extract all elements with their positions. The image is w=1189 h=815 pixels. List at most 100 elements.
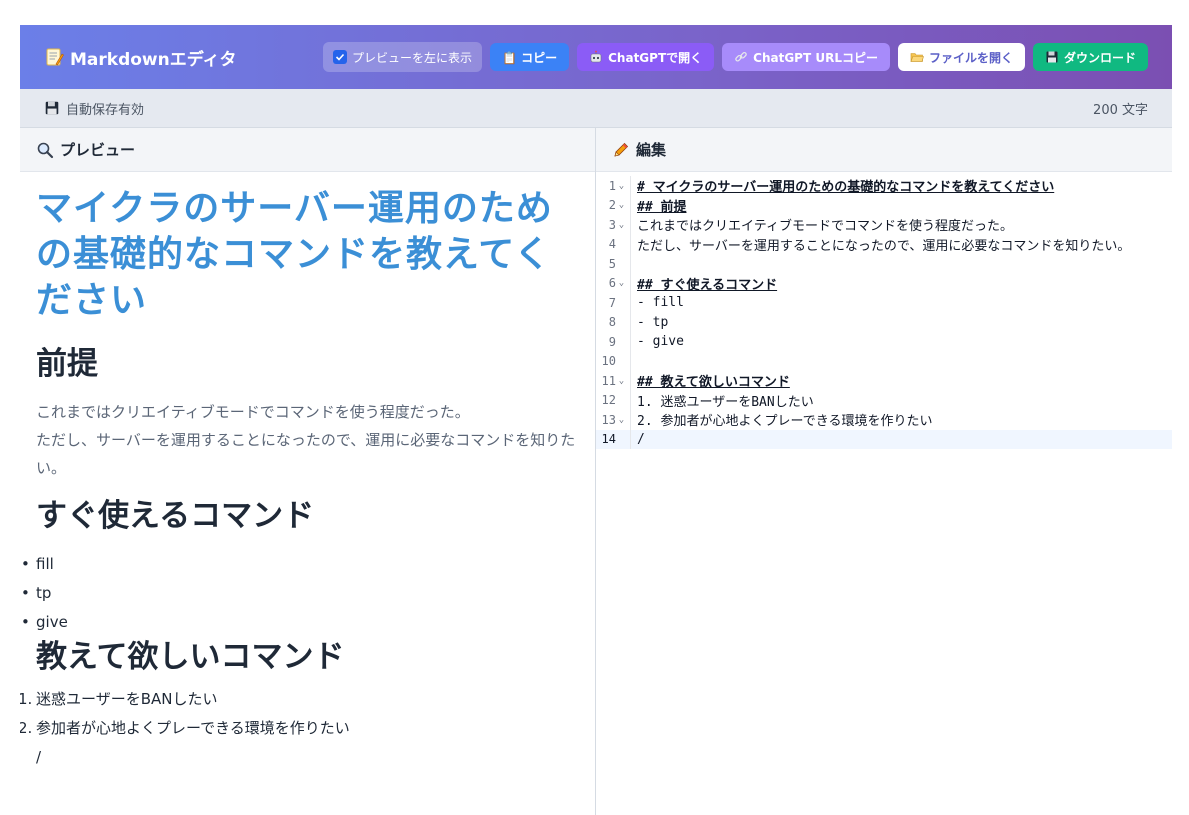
line-number: 2 — [608, 198, 616, 213]
editor-line[interactable]: 3 ⌄ これまではクリエイティブモードでコマンドを使う程度だった。 — [596, 215, 1172, 235]
list-item-text: 参加者が心地よくプレーできる環境を作りたい — [36, 719, 350, 737]
preview-left-toggle[interactable]: プレビューを左に表示 — [322, 42, 482, 72]
fold-chevron-icon[interactable]: ⌄ — [617, 278, 626, 288]
line-number-gutter: 6 ⌄ — [596, 276, 630, 290]
toolbar: プレビューを左に表示 📋 コピー ChatGPTで開く ChatGPT URLコ… — [322, 42, 1148, 72]
preview-section-title: 教えて欲しいコマンド — [36, 639, 345, 675]
editor-line[interactable]: 7 - fill — [596, 293, 1172, 313]
line-number: 12 — [601, 393, 616, 408]
download-label: ダウンロード — [1063, 50, 1136, 65]
editor-line[interactable]: 14 / — [596, 429, 1172, 449]
line-number-gutter: 14 — [596, 432, 630, 446]
editor-line[interactable]: 12 1. 迷惑ユーザーをBANしたい — [596, 390, 1172, 410]
fold-chevron-icon[interactable]: ⌄ — [617, 415, 626, 425]
editor-header: 編集 — [596, 128, 1172, 172]
preview-paragraph-line: ただし、サーバーを運用することになったので、運用に必要なコマンドを知りたい。 — [36, 431, 576, 477]
list-item: 2. 参加者が心地よくプレーできる環境を作りたい — [20, 714, 579, 743]
line-number: 9 — [608, 334, 616, 349]
open-chatgpt-button[interactable]: ChatGPTで開く — [577, 43, 715, 71]
editor-line[interactable]: 6 ⌄ ## すぐ使えるコマンド — [596, 273, 1172, 293]
app-title-text: Markdownエディタ — [70, 49, 237, 70]
list-item: 1. 迷惑ユーザーをBANしたい — [20, 685, 579, 714]
list-item: give — [21, 608, 579, 637]
preview-content: マイクラのサーバー運用のための基礎的なコマンドを教えてください 前提 これまでは… — [20, 172, 595, 772]
line-number-gutter: 2 ⌄ — [596, 198, 630, 212]
editor-header-label: 編集 — [636, 141, 667, 159]
editor-line-text: ただし、サーバーを運用することになったので、運用に必要なコマンドを知りたい。 — [637, 238, 1131, 254]
line-number: 10 — [601, 354, 616, 369]
editor-line-text: 2. 参加者が心地よくプレーできる環境を作りたい — [637, 414, 933, 430]
app-header: Markdownエディタ プレビューを左に表示 📋 コピー ChatGPTで開く — [20, 25, 1172, 89]
preview-header-label: プレビュー — [60, 141, 136, 159]
gutter-divider — [630, 390, 631, 410]
download-button[interactable]: ダウンロード — [1032, 43, 1148, 71]
fold-chevron-icon[interactable]: ⌄ — [617, 376, 626, 386]
gutter-divider — [630, 293, 631, 313]
list-item: tp — [21, 579, 579, 608]
editor-line[interactable]: 1 ⌄ # マイクラのサーバー運用のための基礎的なコマンドを教えてください — [596, 176, 1172, 196]
open-file-button[interactable]: ファイルを開く — [897, 43, 1025, 71]
line-number-gutter: 3 ⌄ — [596, 218, 630, 232]
pencil-icon — [614, 142, 629, 157]
line-number-gutter: 8 — [596, 315, 630, 329]
checkbox-checked-icon[interactable] — [332, 50, 347, 64]
editor-line[interactable]: 2 ⌄ ## 前提 — [596, 195, 1172, 215]
open-file-label: ファイルを開く — [928, 50, 1013, 65]
gutter-divider — [630, 273, 631, 293]
gutter-divider — [630, 351, 631, 371]
list-item-text: 迷惑ユーザーをBANしたい — [36, 690, 218, 708]
line-number: 8 — [608, 315, 616, 330]
markdown-editor-app: Markdownエディタ プレビューを左に表示 📋 コピー ChatGPTで開く — [20, 25, 1172, 815]
editor-line[interactable]: 11 ⌄ ## 教えて欲しいコマンド — [596, 371, 1172, 391]
editor-line-text: ## 教えて欲しいコマンド — [637, 375, 790, 391]
list-item: fill — [21, 550, 579, 579]
editor-line[interactable]: 4 ただし、サーバーを運用することになったので、運用に必要なコマンドを知りたい。 — [596, 234, 1172, 254]
line-number-gutter: 10 — [596, 354, 630, 368]
fold-chevron-icon[interactable]: ⌄ — [617, 220, 626, 230]
line-number: 3 — [608, 217, 616, 232]
preview-section-title: 前提 — [36, 346, 98, 382]
copy-chatgpt-url-label: ChatGPT URLコピー — [753, 50, 878, 65]
preview-header: プレビュー — [20, 128, 595, 172]
status-bar: 自動保存有効 200 文字 — [20, 89, 1172, 128]
fold-chevron-icon[interactable]: ⌄ — [617, 200, 626, 210]
gutter-divider — [630, 371, 631, 391]
preview-bullet-list: fill tp give — [21, 550, 579, 637]
floppy-disk-icon — [45, 101, 59, 115]
robot-icon — [590, 50, 602, 63]
copy-chatgpt-url-button[interactable]: ChatGPT URLコピー — [722, 43, 890, 71]
editor-line[interactable]: 9 - give — [596, 332, 1172, 352]
line-number-gutter: 7 — [596, 296, 630, 310]
line-number: 13 — [601, 412, 616, 427]
line-number-gutter: 4 — [596, 237, 630, 251]
copy-button[interactable]: 📋 コピー — [490, 43, 570, 71]
editor-line-text: 1. 迷惑ユーザーをBANしたい — [637, 394, 814, 410]
editor-line-text: # マイクラのサーバー運用のための基礎的なコマンドを教えてください — [637, 180, 1055, 196]
autosave-status: 自動保存有効 — [44, 99, 144, 118]
gutter-divider — [630, 234, 631, 254]
editor-line-text: - fill — [637, 295, 684, 311]
editor-line[interactable]: 13 ⌄ 2. 参加者が心地よくプレーできる環境を作りたい — [596, 410, 1172, 430]
code-editor[interactable]: 1 ⌄ # マイクラのサーバー運用のための基礎的なコマンドを教えてください 2 ⌄ ## … — [596, 172, 1172, 449]
line-number-gutter: 12 — [596, 393, 630, 407]
gutter-divider — [630, 195, 631, 215]
line-number-gutter: 11 ⌄ — [596, 374, 630, 388]
fold-chevron-icon[interactable]: ⌄ — [617, 181, 626, 191]
editor-line[interactable]: 10 — [596, 351, 1172, 371]
list-number: 2. — [20, 719, 33, 737]
link-icon — [735, 51, 747, 62]
char-count: 200 文字 — [1093, 102, 1148, 118]
preview-paragraph: これまではクリエイティブモードでコマンドを使う程度だった。 ただし、サーバーを運… — [36, 398, 579, 482]
gutter-divider — [630, 410, 631, 430]
preview-trailing-text: / — [36, 748, 42, 766]
line-number: 14 — [601, 432, 616, 447]
editor-line-text: ## すぐ使えるコマンド — [637, 277, 778, 293]
line-number: 1 — [608, 178, 616, 193]
line-number: 7 — [608, 295, 616, 310]
editor-line[interactable]: 8 - tp — [596, 312, 1172, 332]
line-number-gutter: 5 — [596, 257, 630, 271]
editor-line[interactable]: 5 — [596, 254, 1172, 274]
preview-paragraph-line: これまではクリエイティブモードでコマンドを使う程度だった。 — [36, 403, 470, 421]
line-number: 6 — [608, 276, 616, 291]
line-number-gutter: 9 — [596, 335, 630, 349]
